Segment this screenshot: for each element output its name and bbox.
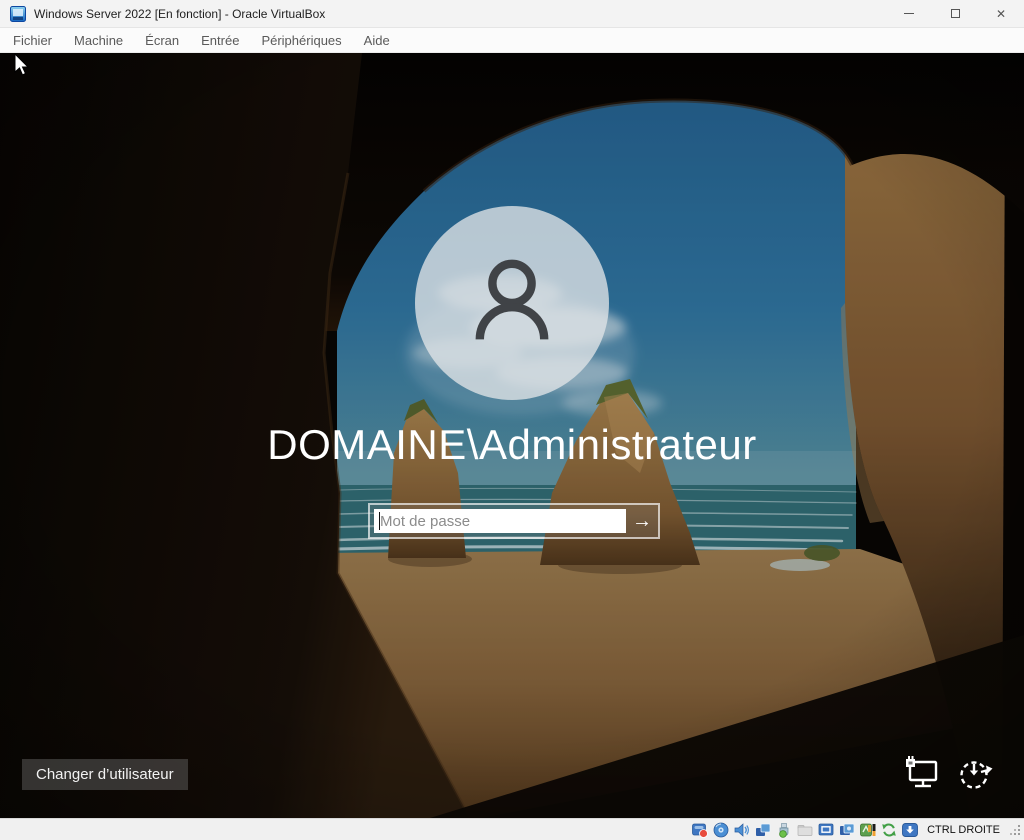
user-avatar [415, 206, 609, 400]
logon-corner-icons [902, 755, 994, 793]
menubar: Fichier Machine Écran Entrée Périphériqu… [0, 28, 1024, 53]
resize-grip[interactable] [1009, 824, 1021, 836]
arrow-right-icon: → [632, 509, 652, 532]
password-field-container: → [368, 503, 660, 539]
ease-of-access-icon[interactable] [956, 755, 994, 793]
close-icon: ✕ [995, 6, 1007, 21]
username-label: DOMAINE\Administrateur [267, 421, 757, 468]
window-title: Windows Server 2022 [En fonction] - Orac… [34, 6, 326, 21]
mouse-integration-icon[interactable] [881, 822, 897, 838]
optical-disc-icon[interactable] [713, 822, 729, 838]
vm-os-icon [10, 5, 26, 22]
minimize-button[interactable] [886, 0, 932, 28]
menu-fichier[interactable]: Fichier [2, 28, 63, 53]
person-icon [475, 259, 549, 340]
mouse-cursor-icon [14, 53, 30, 76]
menu-machine[interactable]: Machine [63, 28, 134, 53]
shared-folders-icon[interactable] [797, 822, 813, 838]
maximize-icon [950, 9, 960, 18]
usb-icon[interactable] [776, 822, 792, 838]
text-caret [379, 512, 380, 530]
titlebar[interactable]: Windows Server 2022 [En fonction] - Orac… [0, 0, 1024, 28]
features-icon[interactable] [860, 822, 876, 838]
minimize-icon [904, 13, 914, 14]
network-status-icon[interactable] [902, 755, 942, 793]
menu-entree[interactable]: Entrée [190, 28, 250, 53]
host-key-label: CTRL DROITE [927, 823, 1000, 836]
recording-icon[interactable] [839, 822, 855, 838]
password-input[interactable] [374, 509, 626, 533]
menu-ecran[interactable]: Écran [134, 28, 190, 53]
submit-password-button[interactable]: → [626, 505, 658, 537]
vbox-statusbar: CTRL DROITE [0, 818, 1024, 840]
menu-aide[interactable]: Aide [353, 28, 401, 53]
menu-peripheriques[interactable]: Périphériques [250, 28, 352, 53]
vm-display[interactable]: DOMAINE\Administrateur → Changer d’utili… [0, 53, 1024, 818]
close-button[interactable]: ✕ [978, 0, 1024, 28]
hard-disk-icon[interactable] [692, 822, 708, 838]
switch-user-button[interactable]: Changer d’utilisateur [22, 759, 188, 790]
virtualbox-window: Windows Server 2022 [En fonction] - Orac… [0, 0, 1024, 840]
host-capture-icon[interactable] [902, 822, 919, 838]
audio-icon[interactable] [734, 822, 750, 838]
display-icon[interactable] [818, 822, 834, 838]
network-adapters-icon[interactable] [755, 822, 771, 838]
maximize-button[interactable] [932, 0, 978, 28]
